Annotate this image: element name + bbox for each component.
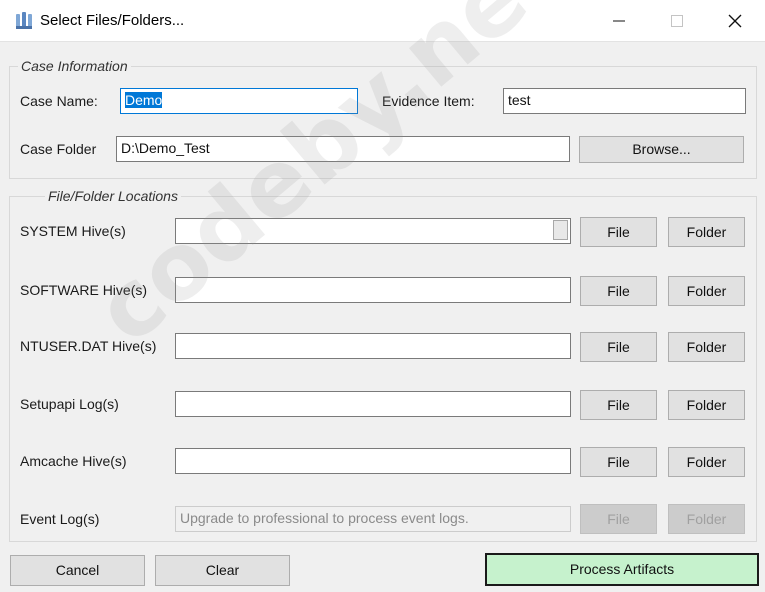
event-log-file-button: File bbox=[580, 504, 657, 534]
case-name-label: Case Name: bbox=[20, 93, 98, 109]
close-button[interactable] bbox=[706, 0, 764, 42]
minimize-button[interactable] bbox=[590, 0, 648, 42]
event-log-folder-button: Folder bbox=[668, 504, 745, 534]
file-folder-locations-title: File/Folder Locations bbox=[45, 188, 181, 204]
software-hive-label: SOFTWARE Hive(s) bbox=[20, 282, 148, 298]
maximize-icon bbox=[671, 15, 683, 27]
window-title: Select Files/Folders... bbox=[40, 12, 185, 29]
ntuser-hive-label: NTUSER.DAT Hive(s) bbox=[20, 338, 157, 354]
ntuser-hive-file-button[interactable]: File bbox=[580, 332, 657, 362]
case-name-value: Demo bbox=[125, 92, 163, 108]
case-folder-label: Case Folder bbox=[20, 141, 97, 157]
ntuser-hive-input[interactable] bbox=[175, 333, 571, 359]
file-folder-locations-group bbox=[9, 196, 757, 542]
event-log-label: Event Log(s) bbox=[20, 511, 100, 527]
case-name-input[interactable]: Demo bbox=[120, 88, 358, 114]
evidence-item-label: Evidence Item: bbox=[382, 93, 475, 109]
clear-button[interactable]: Clear bbox=[155, 555, 290, 586]
system-hive-file-button[interactable]: File bbox=[580, 217, 657, 247]
ntuser-hive-folder-button[interactable]: Folder bbox=[668, 332, 745, 362]
amcache-hive-folder-button[interactable]: Folder bbox=[668, 447, 745, 477]
amcache-hive-file-button[interactable]: File bbox=[580, 447, 657, 477]
maximize-button[interactable] bbox=[648, 0, 706, 42]
software-hive-file-button[interactable]: File bbox=[580, 276, 657, 306]
setupapi-log-label: Setupapi Log(s) bbox=[20, 396, 119, 412]
case-information-title: Case Information bbox=[18, 58, 131, 74]
system-hive-input[interactable] bbox=[175, 218, 571, 244]
amcache-hive-label: Amcache Hive(s) bbox=[20, 453, 127, 469]
software-hive-input[interactable] bbox=[175, 277, 571, 303]
browse-button[interactable]: Browse... bbox=[579, 136, 744, 163]
setupapi-log-input[interactable] bbox=[175, 391, 571, 417]
setupapi-log-file-button[interactable]: File bbox=[580, 390, 657, 420]
software-hive-folder-button[interactable]: Folder bbox=[668, 276, 745, 306]
event-log-input: Upgrade to professional to process event… bbox=[175, 506, 571, 532]
cancel-button[interactable]: Cancel bbox=[10, 555, 145, 586]
case-folder-input[interactable]: D:\Demo_Test bbox=[116, 136, 570, 162]
minimize-icon bbox=[613, 20, 625, 22]
close-icon bbox=[728, 14, 742, 28]
app-icon bbox=[16, 12, 32, 29]
system-hive-folder-button[interactable]: Folder bbox=[668, 217, 745, 247]
setupapi-log-folder-button[interactable]: Folder bbox=[668, 390, 745, 420]
process-artifacts-button[interactable]: Process Artifacts bbox=[485, 553, 759, 586]
system-hive-scroll-handle[interactable] bbox=[553, 220, 568, 240]
evidence-item-input[interactable]: test bbox=[503, 88, 746, 114]
title-bar: Select Files/Folders... bbox=[0, 0, 765, 42]
system-hive-label: SYSTEM Hive(s) bbox=[20, 223, 126, 239]
amcache-hive-input[interactable] bbox=[175, 448, 571, 474]
